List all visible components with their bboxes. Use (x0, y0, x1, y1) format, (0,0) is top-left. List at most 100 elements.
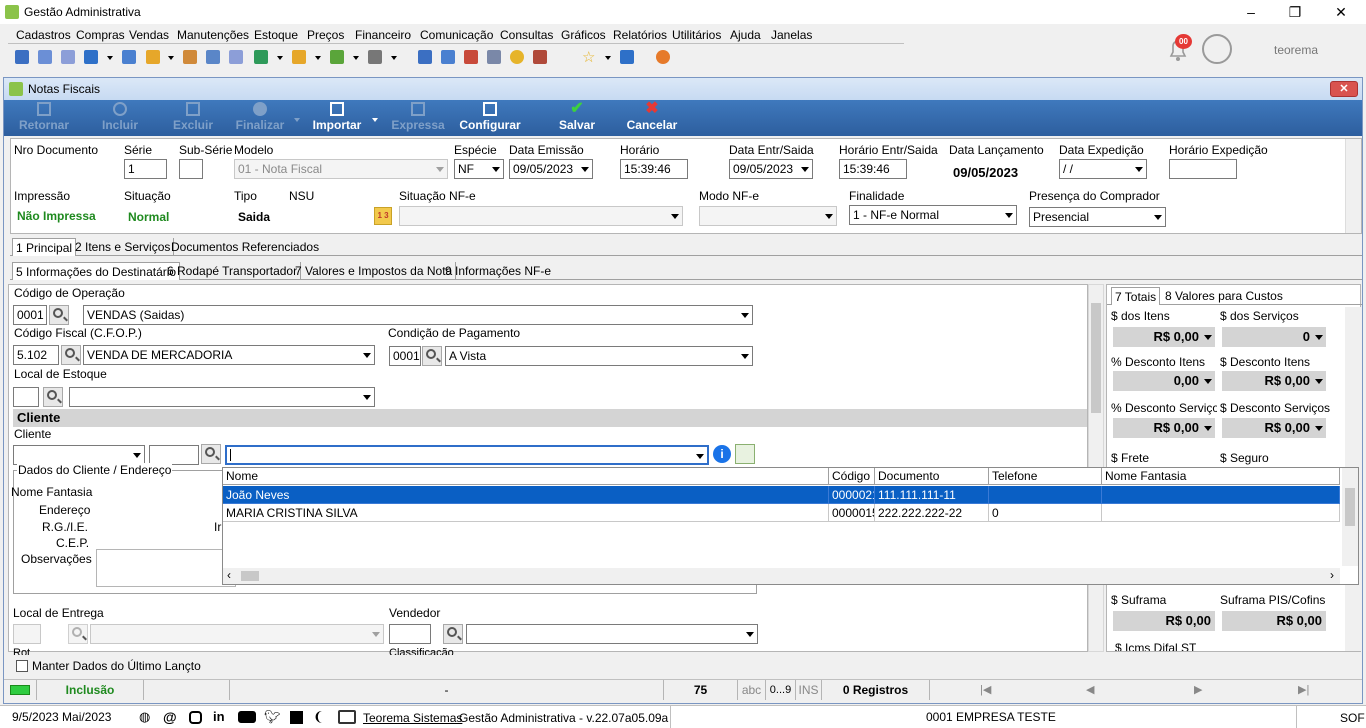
menu-utilitarios[interactable]: Utilitários (672, 28, 721, 42)
cliente-search-button[interactable] (201, 444, 221, 464)
tab-valores-impostos[interactable]: 7 Valores e Impostos da Nota (292, 262, 457, 280)
menu-graficos[interactable]: Gráficos (561, 28, 606, 42)
tab-principal[interactable]: 1 Principal (12, 238, 77, 256)
manter-dados-checkbox[interactable] (16, 660, 28, 672)
grid-header-telefone[interactable]: Telefone (989, 468, 1102, 485)
id-card-icon[interactable] (229, 50, 243, 64)
grid-header-nome[interactable]: Nome (223, 468, 829, 485)
situacao-nfe-select[interactable] (399, 206, 683, 226)
finalidade-select[interactable]: 1 - NF-e Normal (849, 205, 1017, 225)
monitor-icon[interactable] (84, 50, 98, 64)
first-record-button[interactable]: |◀ (980, 683, 991, 696)
menu-financeiro[interactable]: Financeiro (355, 28, 411, 42)
local-estoque-select[interactable] (69, 387, 375, 407)
menu-cadastros[interactable]: Cadastros (16, 28, 71, 42)
card-icon[interactable] (61, 50, 75, 64)
chevron-down-icon[interactable] (107, 56, 113, 60)
last-record-button[interactable]: ▶| (1298, 683, 1309, 696)
grid-row[interactable]: MARIA CRISTINA SILVA 0000015 222.222.222… (223, 504, 1340, 522)
close-form-button[interactable]: ✕ (1330, 81, 1358, 97)
minimize-button[interactable]: – (1228, 2, 1274, 22)
info-icon[interactable]: i (713, 445, 731, 463)
grid-vertical-scrollbar[interactable] (1342, 468, 1358, 566)
menu-compras[interactable]: Compras (76, 28, 125, 42)
tab-totais[interactable]: 7 Totais (1111, 287, 1161, 305)
observacoes-textarea[interactable] (96, 549, 236, 587)
calendar-icon[interactable] (464, 50, 478, 64)
menu-ajuda[interactable]: Ajuda (730, 28, 761, 42)
menu-vendas[interactable]: Vendas (129, 28, 169, 42)
users-icon[interactable] (38, 50, 52, 64)
chevron-right-icon[interactable]: › (1330, 568, 1334, 582)
especie-select[interactable]: NF (454, 159, 504, 179)
next-record-button[interactable]: ▶ (1194, 683, 1202, 696)
linkedin-icon[interactable]: in (213, 709, 225, 724)
condicao-pagamento-select[interactable]: A Vista (445, 346, 753, 366)
grid-horizontal-scrollbar[interactable]: ‹ › (223, 568, 1340, 584)
menu-manutencoes[interactable]: Manutenções (177, 28, 249, 42)
cart-icon[interactable] (254, 50, 268, 64)
cfop-search-button[interactable] (61, 345, 81, 365)
person-icon[interactable] (183, 50, 197, 64)
tab-rodape-transportador[interactable]: 6 Rodapé Transportador (164, 262, 302, 280)
dos-itens-value[interactable]: R$ 0,00 (1113, 327, 1215, 347)
condicao-pagamento-code-input[interactable]: 0001 (389, 346, 421, 366)
salvar-button[interactable]: ✔ Salvar (555, 101, 599, 133)
chevron-down-icon[interactable] (353, 56, 359, 60)
desconto-servicos-value[interactable]: R$ 0,00 (1222, 418, 1326, 438)
menu-precos[interactable]: Preços (307, 28, 344, 42)
header-scrollbar[interactable] (1345, 139, 1361, 233)
cfop-select[interactable]: VENDA DE MERCADORIA (83, 345, 375, 365)
tab-valores-custos[interactable]: 8 Valores para Custos (1162, 287, 1286, 305)
user-avatar-icon[interactable] (1202, 34, 1232, 64)
grid-hscroll-thumb[interactable] (241, 571, 259, 581)
power-icon[interactable] (656, 50, 670, 64)
youtube-icon[interactable] (238, 711, 256, 723)
importar-button[interactable]: Importar (307, 102, 367, 132)
vendedor-select[interactable] (466, 624, 758, 644)
chevron-down-icon[interactable] (315, 56, 321, 60)
report-icon[interactable] (418, 50, 432, 64)
desconto-itens-value[interactable]: R$ 0,00 (1222, 371, 1326, 391)
clock-icon[interactable] (510, 50, 524, 64)
window-icon[interactable] (620, 50, 634, 64)
instagram-icon[interactable] (189, 711, 202, 724)
incluir-button[interactable]: Incluir (97, 102, 143, 132)
chevron-down-icon[interactable] (277, 56, 283, 60)
cancelar-button[interactable]: ✖ Cancelar (626, 101, 678, 133)
subserie-input[interactable] (179, 159, 203, 179)
data-entr-input[interactable]: 09/05/2023 (729, 159, 813, 179)
horario-expedicao-input[interactable] (1169, 159, 1237, 179)
bell-icon[interactable]: 00 (1163, 34, 1193, 64)
twitter-icon[interactable]: 🐦︎ (264, 709, 281, 725)
horario-entr-input[interactable]: 15:39:46 (839, 159, 907, 179)
settings-icon[interactable] (487, 50, 501, 64)
cliente-name-input[interactable] (225, 445, 709, 465)
local-entrega-code-input[interactable] (13, 624, 41, 644)
grid-row[interactable]: João Neves 0000021 111.111.111-11 (223, 486, 1340, 504)
grid-header-nome-fantasia[interactable]: Nome Fantasia (1102, 468, 1340, 485)
money-icon[interactable] (330, 50, 344, 64)
expressa-button[interactable]: Expressa (390, 102, 446, 132)
cliente-type-select[interactable] (13, 445, 145, 465)
star-icon[interactable]: ☆ (582, 48, 595, 66)
menu-comunicacao[interactable]: Comunicação (420, 28, 493, 42)
folder-icon[interactable] (146, 50, 160, 64)
document-icon[interactable] (122, 50, 136, 64)
menu-estoque[interactable]: Estoque (254, 28, 298, 42)
codigo-operacao-search-button[interactable] (49, 305, 69, 325)
finalizar-button[interactable]: Finalizar (232, 102, 288, 132)
grid-vscroll-thumb[interactable] (1345, 488, 1355, 526)
menu-janelas[interactable]: Janelas (771, 28, 812, 42)
teorema-sistemas-link[interactable]: Teorema Sistemas (363, 711, 462, 725)
chevron-down-icon[interactable] (391, 56, 397, 60)
maximize-button[interactable]: ❐ (1272, 2, 1318, 22)
serie-input[interactable]: 1 (124, 159, 167, 179)
cliente-code-input[interactable] (149, 445, 199, 465)
facebook-icon[interactable] (290, 711, 303, 724)
modelo-select[interactable]: 01 - Nota Fiscal (234, 159, 448, 179)
cadastro-icon[interactable] (15, 50, 29, 64)
vendedor-code-input[interactable] (389, 624, 431, 644)
main-scrollbar-thumb[interactable] (1091, 303, 1101, 413)
nsu-button[interactable]: 1 3 (374, 207, 392, 225)
